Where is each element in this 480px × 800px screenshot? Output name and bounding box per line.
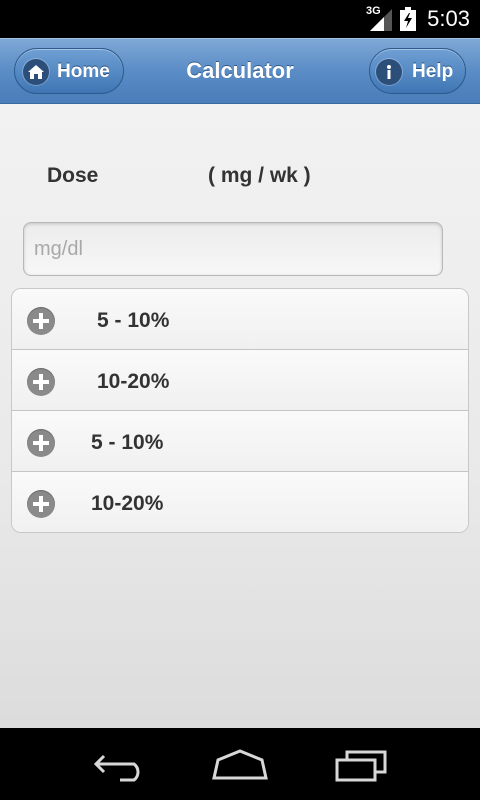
signal-icon [370,9,392,31]
recents-icon[interactable] [331,748,391,782]
plus-icon [27,429,55,457]
dose-label: Dose [47,164,99,187]
list-item[interactable]: 5 - 10% [12,289,468,350]
unit-label: ( mg / wk ) [208,164,311,187]
list-item[interactable]: 10-20% [12,472,468,532]
list-item[interactable]: 5 - 10% [12,411,468,472]
back-icon[interactable] [90,748,150,782]
system-nav-bar [0,728,480,800]
status-bar: 3G 5:03 [0,0,480,38]
list-item-label: 5 - 10% [91,431,164,454]
list-item-label: 10-20% [91,492,164,515]
plus-icon [27,307,55,335]
battery-icon [400,7,416,31]
list-item-label: 5 - 10% [97,309,170,332]
plus-icon [27,490,55,518]
list-item[interactable]: 10-20% [12,350,468,411]
plus-icon [27,368,55,396]
info-icon [376,59,402,85]
clock: 5:03 [427,6,470,31]
dose-input[interactable] [23,222,443,276]
app-header: Home Calculator Help [0,38,480,104]
home-nav-icon[interactable] [210,748,270,782]
list-item-label: 10-20% [97,370,170,393]
main-content: Dose ( mg / wk ) 5 - 10% 10-20% 5 - 10% … [0,104,480,728]
range-list: 5 - 10% 10-20% 5 - 10% 10-20% [11,288,469,533]
help-button[interactable]: Help [369,48,466,94]
help-button-label: Help [412,61,454,82]
